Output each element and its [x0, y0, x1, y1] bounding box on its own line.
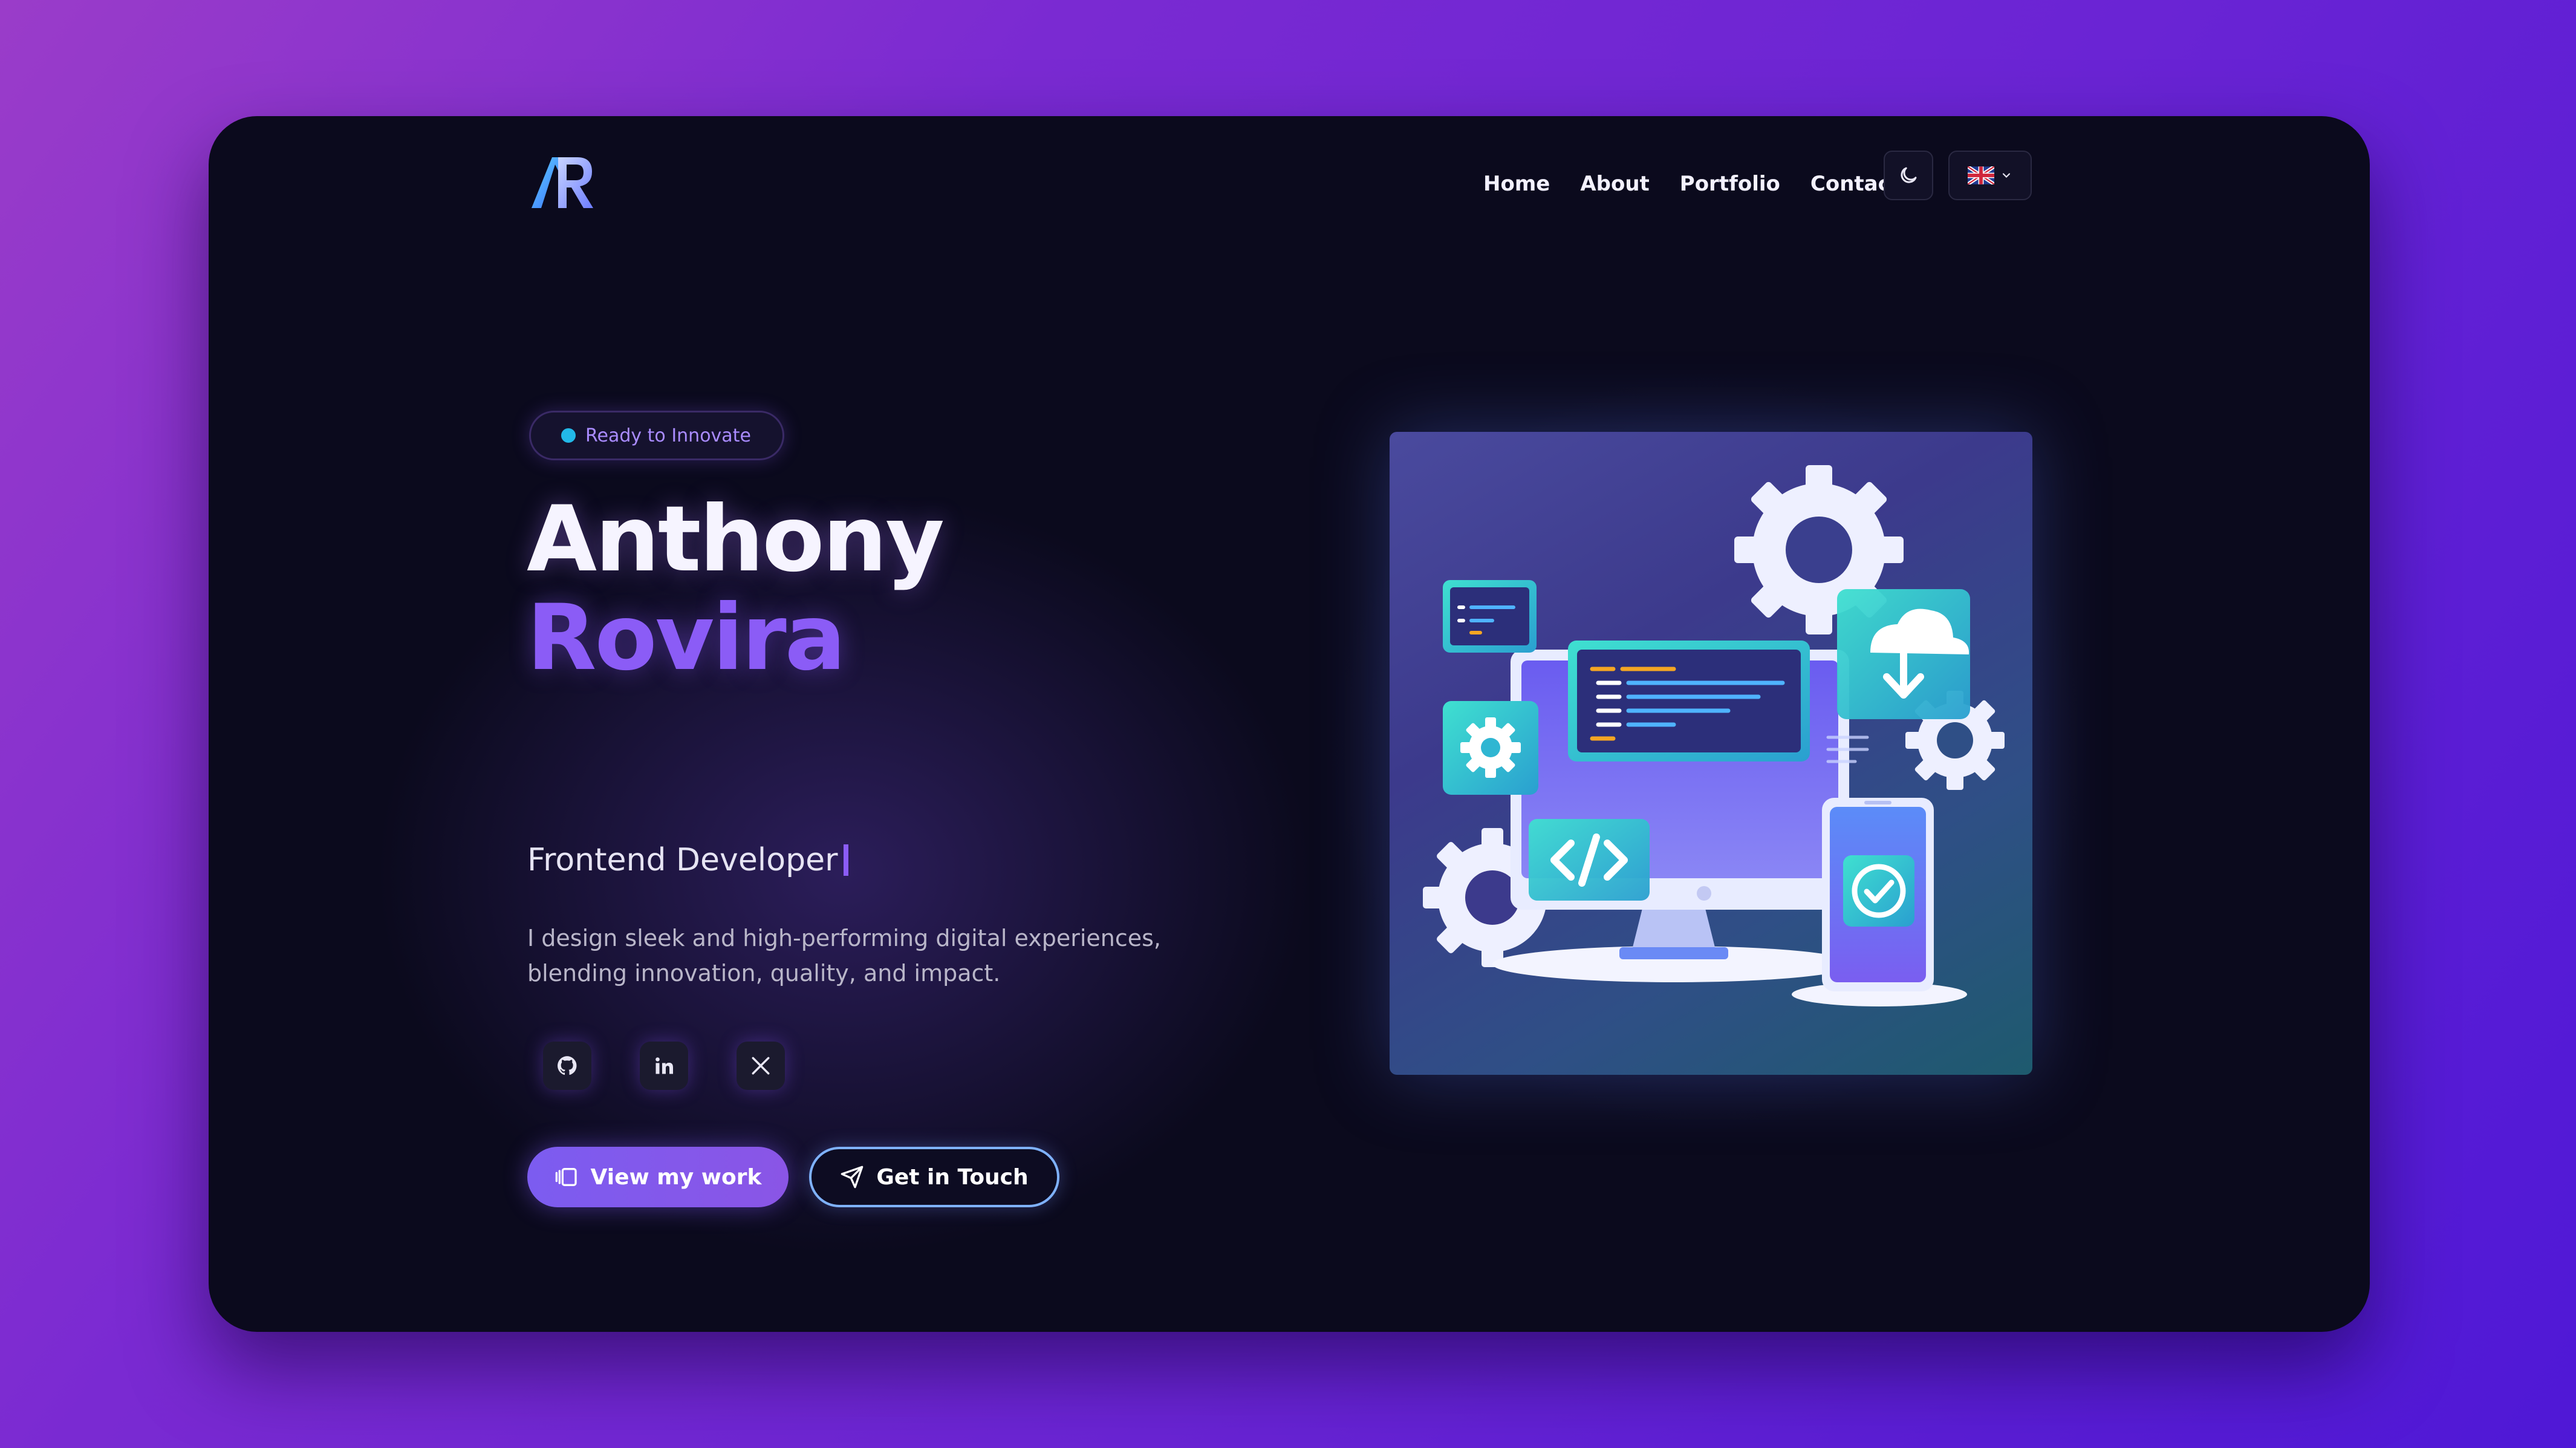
- hero-description: I design sleek and high-performing digit…: [527, 921, 1192, 991]
- hero-first-name: Anthony: [527, 487, 945, 592]
- language-select[interactable]: [1948, 151, 2032, 200]
- view-work-button[interactable]: View my work: [527, 1147, 789, 1207]
- status-dot: [561, 428, 576, 443]
- hero-illustration: [1390, 432, 2032, 1075]
- status-badge: Ready to Innovate: [529, 411, 784, 460]
- nav-about[interactable]: About: [1580, 172, 1649, 196]
- role-text: Frontend Developer: [527, 842, 838, 878]
- cloud-download-icon: [1837, 589, 1970, 719]
- hero-role: Frontend Developer: [527, 841, 849, 879]
- moon-icon: [1901, 167, 1917, 183]
- main-nav: Home About Portfolio Contact: [1483, 160, 1900, 208]
- gallery-icon: [555, 1168, 577, 1186]
- nav-portfolio[interactable]: Portfolio: [1680, 172, 1780, 196]
- x-link[interactable]: [737, 1042, 785, 1090]
- hero-last-name: Rovira: [527, 585, 846, 691]
- app-window: Home About Portfolio Contact Ready to In…: [209, 116, 2370, 1332]
- x-icon: [752, 1057, 770, 1075]
- code-tag-icon: [1529, 819, 1650, 901]
- description-line: I design sleek and high-performing digit…: [527, 925, 1161, 951]
- linkedin-icon: [655, 1057, 673, 1074]
- linkedin-link[interactable]: [640, 1042, 688, 1090]
- social-links: [543, 1042, 785, 1090]
- send-icon: [841, 1166, 864, 1189]
- check-icon: [1843, 855, 1914, 927]
- view-work-label: View my work: [590, 1164, 762, 1190]
- github-link[interactable]: [543, 1042, 591, 1090]
- settings-icon: [1443, 701, 1538, 795]
- theme-toggle-button[interactable]: [1884, 151, 1933, 200]
- chevron-down-icon: [2002, 173, 2011, 178]
- get-in-touch-button[interactable]: Get in Touch: [809, 1147, 1059, 1207]
- github-icon: [558, 1056, 577, 1075]
- badge-label: Ready to Innovate: [585, 425, 751, 446]
- typing-caret: [844, 844, 849, 876]
- ar-logo[interactable]: [529, 152, 596, 213]
- description-line: blending innovation, quality, and impact…: [527, 960, 1001, 987]
- get-in-touch-label: Get in Touch: [876, 1164, 1029, 1190]
- uk-flag-icon: [1968, 166, 1994, 184]
- nav-home[interactable]: Home: [1483, 172, 1550, 196]
